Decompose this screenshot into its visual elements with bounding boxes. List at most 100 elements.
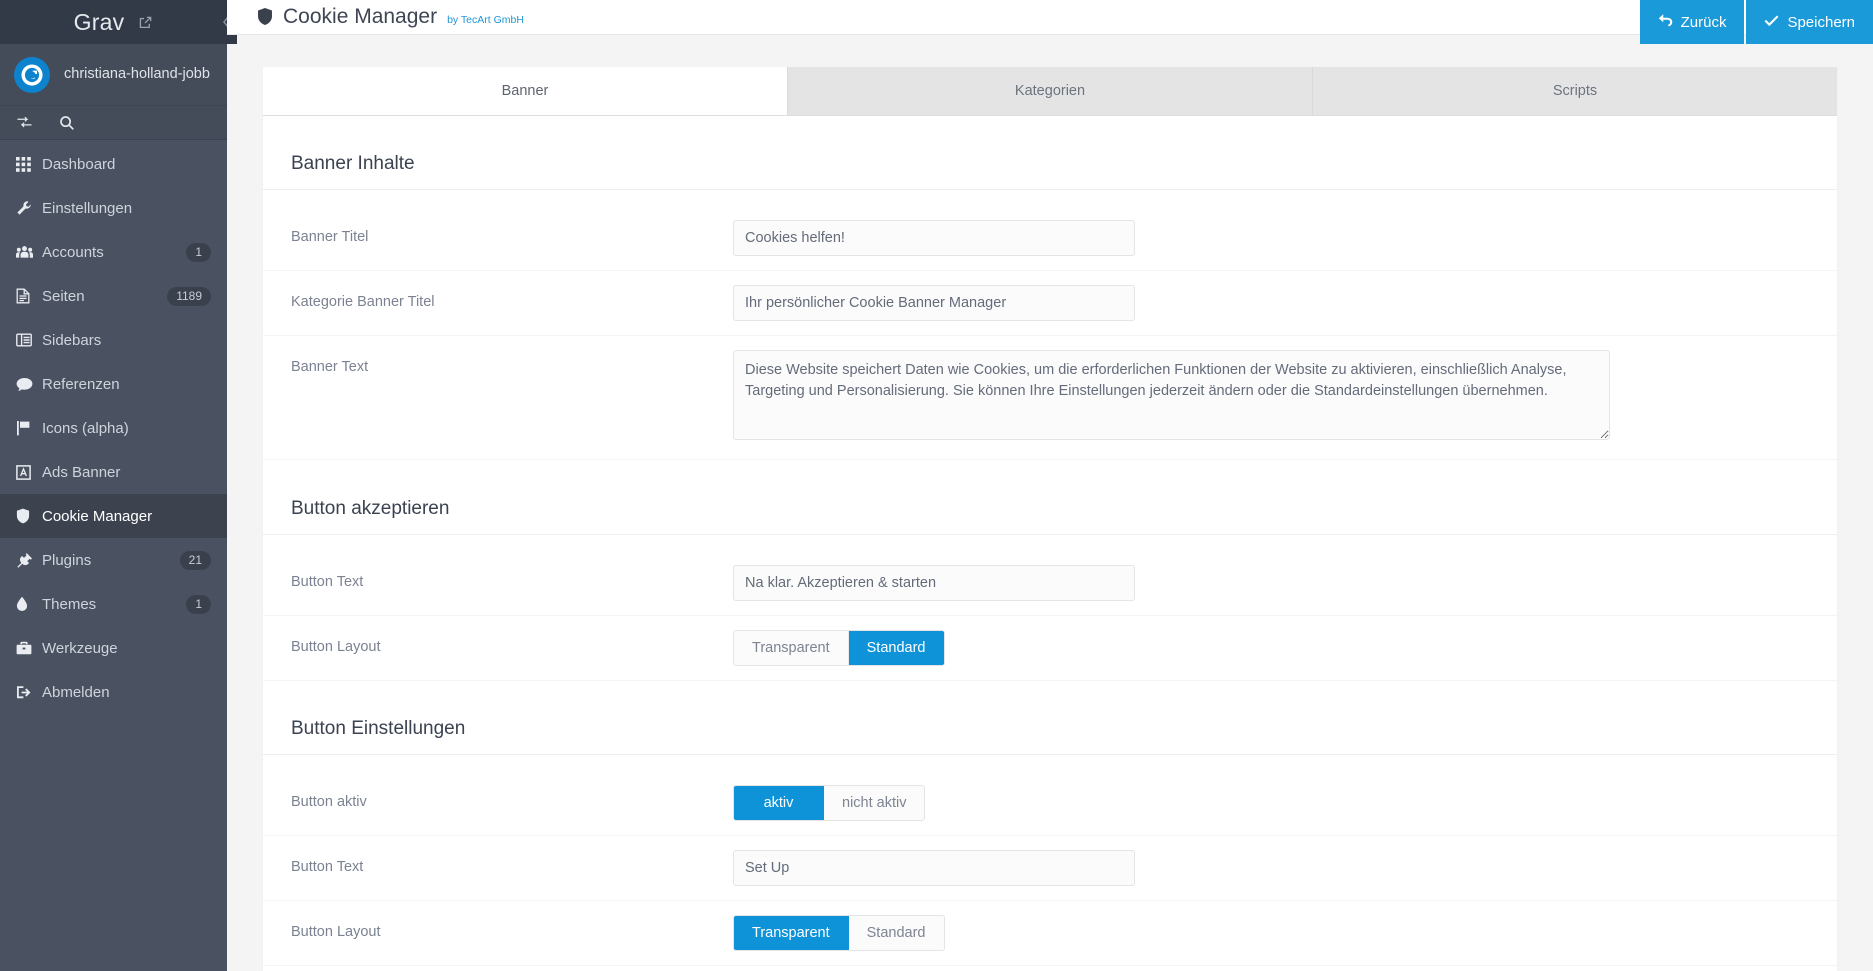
brand-title: Grav	[73, 8, 125, 35]
topbar: Cookie Manager by TecArt GmbH Zurück Spe…	[227, 0, 1873, 44]
briefcase-icon	[16, 641, 42, 655]
tab-banner[interactable]: Banner	[263, 66, 788, 115]
akzeptieren-button-text-input[interactable]	[733, 564, 1135, 601]
content-scroll-area[interactable]: Banner Kategorien Scripts Banner Inhalte…	[227, 35, 1873, 971]
search-icon[interactable]	[59, 115, 75, 131]
sidebar-item-label: Werkzeuge	[42, 639, 118, 657]
field-banner-titel: Banner Titel	[263, 206, 1837, 272]
sidebar-item-werkzeuge[interactable]: Werkzeuge	[0, 626, 227, 670]
sidebar-item-label: Icons (alpha)	[42, 419, 129, 437]
field-banner-text: Banner Text Diese Website speichert Date…	[263, 336, 1837, 461]
toggle-option-nicht-aktiv[interactable]: nicht aktiv	[824, 786, 925, 821]
settings-card: Banner Kategorien Scripts Banner Inhalte…	[263, 66, 1837, 971]
akzeptieren-layout-toggle: Transparent Standard	[733, 629, 945, 666]
shield-icon	[16, 508, 42, 524]
sidebar-item-sidebars[interactable]: Sidebars	[0, 318, 227, 362]
field-control: aktiv nicht aktiv	[733, 785, 1837, 822]
sidebar-brand[interactable]: Grav	[0, 0, 237, 44]
sidebar: Grav christiana-holland-jobb Dashboard E…	[0, 0, 237, 971]
kategorie-banner-titel-input[interactable]	[733, 285, 1135, 322]
field-label: Button aktiv	[291, 794, 367, 811]
banner-titel-input[interactable]	[733, 220, 1135, 257]
main-area: Cookie Manager by TecArt GmbH Zurück Spe…	[227, 0, 1873, 971]
einstellungen-aktiv-toggle: aktiv nicht aktiv	[733, 785, 926, 822]
droplet-icon	[16, 596, 42, 612]
toggle-option-transparent[interactable]: Transparent	[734, 916, 849, 951]
section-title-button-akzeptieren: Button akzeptieren	[263, 476, 1837, 535]
page-title-text: Cookie Manager	[283, 4, 438, 28]
undo-arrow-icon	[1658, 13, 1673, 31]
sidebar-item-label: Seiten	[42, 287, 85, 305]
tab-bar: Banner Kategorien Scripts	[263, 66, 1837, 116]
sidebar-item-label: Sidebars	[42, 331, 102, 349]
form-body: Banner Inhalte Banner Titel Kategorie Ba…	[263, 131, 1837, 971]
field-control	[733, 564, 1837, 601]
sidebar-item-label: Referenzen	[42, 375, 120, 393]
user-block[interactable]: christiana-holland-jobb	[0, 44, 227, 106]
field-control	[733, 850, 1837, 887]
sidebar-badge: 1	[186, 242, 211, 262]
tab-label: Scripts	[1552, 82, 1598, 99]
back-button[interactable]: Zurück	[1639, 0, 1745, 44]
comment-icon	[16, 377, 42, 392]
sidebar-item-label: Themes	[42, 595, 97, 613]
ad-square-icon	[16, 464, 42, 480]
sidebar-item-dashboard[interactable]: Dashboard	[0, 142, 227, 186]
shield-icon	[257, 7, 273, 26]
sidebar-item-label: Ads Banner	[42, 463, 121, 481]
sidebar-item-plugins[interactable]: Plugins 21	[0, 538, 227, 582]
banner-text-textarea[interactable]: Diese Website speichert Daten wie Cookie…	[733, 350, 1610, 441]
field-control	[733, 220, 1837, 257]
sidebar-item-referenzen[interactable]: Referenzen	[0, 362, 227, 406]
toggle-option-standard[interactable]: Standard	[848, 630, 944, 665]
back-button-label: Zurück	[1680, 13, 1727, 31]
avatar	[14, 56, 50, 93]
toggle-option-aktiv[interactable]: aktiv	[734, 786, 824, 821]
tab-scripts[interactable]: Scripts	[1313, 66, 1837, 115]
field-akzeptieren-button-text: Button Text	[263, 551, 1837, 616]
page-title: Cookie Manager by TecArt GmbH	[257, 5, 524, 29]
external-link-icon[interactable]	[138, 15, 153, 30]
sidebar-item-icons-alpha[interactable]: Icons (alpha)	[0, 406, 227, 450]
field-control	[733, 285, 1837, 322]
sidebar-item-label: Einstellungen	[42, 199, 133, 217]
field-label: Kategorie Banner Titel	[291, 294, 435, 311]
sidebar-item-seiten[interactable]: Seiten 1189	[0, 274, 227, 318]
field-einstellungen-button-aktiv: Button aktiv aktiv nicht aktiv	[263, 771, 1837, 837]
save-button-label: Speichern	[1787, 13, 1855, 31]
field-keine-kategorien-text: Text, wenn keine Kategorien / Skripte vo…	[263, 966, 1837, 971]
einstellungen-layout-toggle: Transparent Standard	[733, 915, 945, 952]
tab-label: Banner	[501, 82, 549, 99]
sidebar-quick-actions	[0, 106, 227, 140]
field-label: Button Text	[291, 859, 364, 876]
sidebar-item-ads-banner[interactable]: Ads Banner	[0, 450, 227, 494]
sidebar-nav: Dashboard Einstellungen Accounts 1 Seite…	[0, 140, 227, 714]
sidebar-item-accounts[interactable]: Accounts 1	[0, 230, 227, 274]
tab-kategorien[interactable]: Kategorien	[788, 66, 1313, 115]
sidebar-item-label: Plugins	[42, 551, 92, 569]
page-add-icon[interactable]	[16, 115, 33, 130]
sidebar-badge: 1189	[167, 286, 211, 306]
field-label: Banner Titel	[291, 229, 369, 246]
sidebar-item-cookie-manager[interactable]: Cookie Manager	[0, 494, 227, 538]
user-name: christiana-holland-jobb	[64, 66, 210, 83]
toggle-option-standard[interactable]: Standard	[848, 916, 944, 951]
grid-icon	[16, 156, 42, 172]
sidebar-item-einstellungen[interactable]: Einstellungen	[0, 186, 227, 230]
sidebar-item-themes[interactable]: Themes 1	[0, 582, 227, 626]
sidebar-item-label: Dashboard	[42, 155, 116, 173]
field-label: Button Text	[291, 573, 364, 590]
sidebar-item-label: Abmelden	[42, 683, 110, 701]
einstellungen-button-text-input[interactable]	[733, 850, 1135, 887]
field-control: Diese Website speichert Daten wie Cookie…	[733, 350, 1837, 445]
app-root: Grav christiana-holland-jobb Dashboard E…	[0, 0, 1873, 971]
save-button[interactable]: Speichern	[1746, 0, 1873, 44]
field-label: Button Layout	[291, 638, 381, 655]
sidebar-item-abmelden[interactable]: Abmelden	[0, 670, 227, 714]
plug-icon	[16, 552, 42, 568]
topbar-actions: Zurück Speichern	[1639, 0, 1873, 44]
tab-label: Kategorien	[1014, 82, 1086, 99]
field-control: Transparent Standard	[733, 915, 1837, 952]
toggle-option-transparent[interactable]: Transparent	[734, 630, 849, 665]
section-title-button-einstellungen: Button Einstellungen	[263, 696, 1837, 756]
